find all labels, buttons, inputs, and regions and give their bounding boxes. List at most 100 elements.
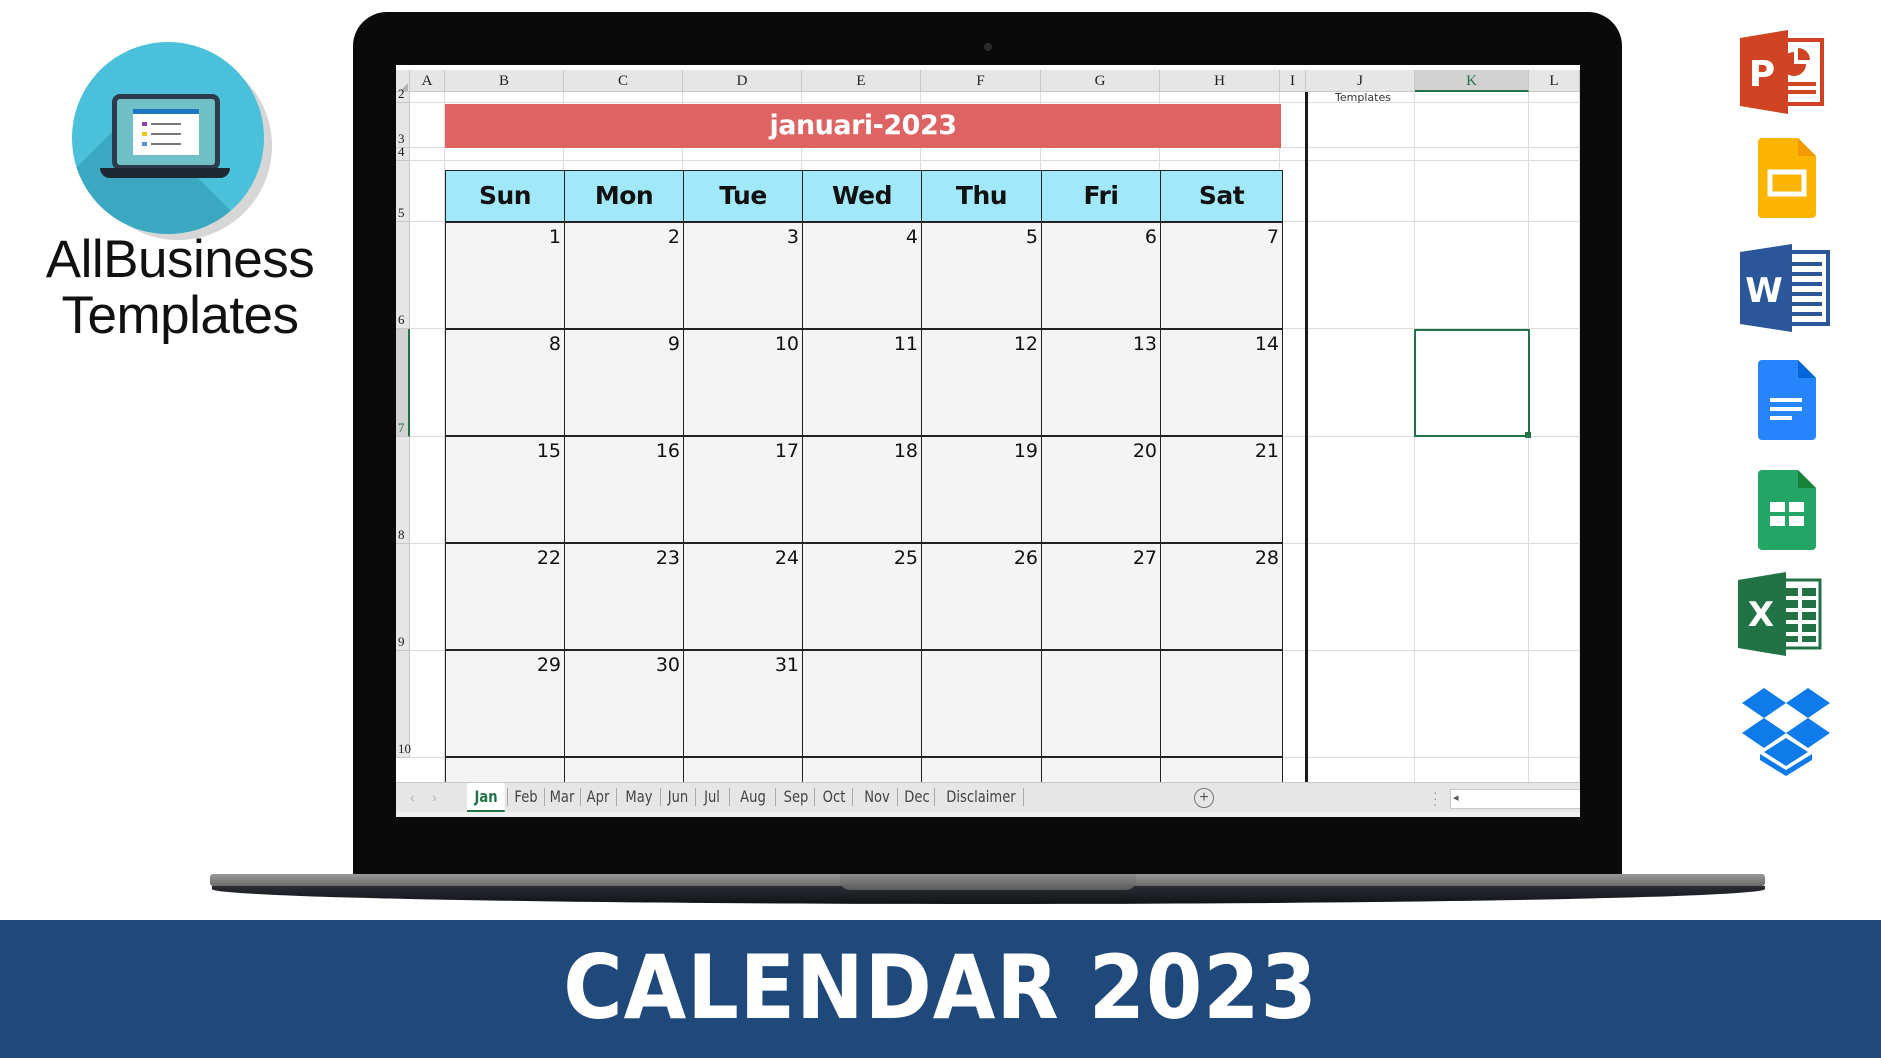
day-cell[interactable] xyxy=(921,650,1042,757)
day-cell[interactable]: 24 xyxy=(683,543,803,650)
day-cell[interactable]: 15 xyxy=(445,436,565,543)
day-cell[interactable]: 8 xyxy=(445,329,565,436)
day-cell[interactable]: 11 xyxy=(802,329,922,436)
sheet-tab-disclaimer[interactable]: Disclaimer xyxy=(941,783,1021,810)
day-cell[interactable]: 29 xyxy=(445,650,565,757)
day-cell[interactable]: 3 xyxy=(683,222,803,329)
day-cell[interactable]: 4 xyxy=(802,222,922,329)
splitter-handle[interactable]: · · · xyxy=(1433,785,1438,811)
excel-icon: X xyxy=(1738,572,1822,656)
column-header-j[interactable]: J xyxy=(1306,70,1415,92)
weekday-header[interactable]: Wed xyxy=(802,170,922,222)
day-cell[interactable]: 1 xyxy=(445,222,565,329)
sheet-tab-feb[interactable]: Feb xyxy=(510,783,542,810)
prev-sheet-arrow-icon[interactable]: ‹ xyxy=(410,789,415,805)
day-cell[interactable]: 17 xyxy=(683,436,803,543)
brand-name-line2: Templates xyxy=(61,286,299,345)
row-header-6[interactable]: 6 xyxy=(396,222,410,329)
weekday-header[interactable]: Sun xyxy=(445,170,565,222)
column-header-b[interactable]: B xyxy=(445,70,564,92)
column-header-k[interactable]: K xyxy=(1415,70,1529,92)
freeze-divider xyxy=(1305,92,1308,817)
tab-separator xyxy=(934,788,935,806)
camera-icon xyxy=(984,43,992,51)
day-cell[interactable] xyxy=(1041,650,1161,757)
row-header-5[interactable]: 5 xyxy=(396,161,410,222)
weekday-header[interactable]: Thu xyxy=(921,170,1042,222)
weekday-header[interactable]: Mon xyxy=(564,170,684,222)
row-header-4[interactable]: 4 xyxy=(396,144,410,161)
row-header-3[interactable]: 3 xyxy=(396,103,410,148)
column-header-f[interactable]: F xyxy=(921,70,1041,92)
laptop-list-icon xyxy=(112,94,220,170)
day-cell[interactable]: 30 xyxy=(564,650,684,757)
row-header-7[interactable]: 7 xyxy=(396,329,410,437)
weekday-header[interactable]: Fri xyxy=(1041,170,1161,222)
selected-cell[interactable] xyxy=(1414,329,1530,437)
row-header-9[interactable]: 9 xyxy=(396,544,410,651)
day-cell[interactable]: 26 xyxy=(921,543,1042,650)
laptop-notch xyxy=(840,874,1136,890)
day-cell[interactable]: 5 xyxy=(921,222,1042,329)
day-cell[interactable]: 6 xyxy=(1041,222,1161,329)
day-cell[interactable]: 12 xyxy=(921,329,1042,436)
sheet-tab-aug[interactable]: Aug xyxy=(733,783,773,810)
day-cell[interactable]: 25 xyxy=(802,543,922,650)
tab-separator xyxy=(897,788,898,806)
column-header-d[interactable]: D xyxy=(683,70,802,92)
sheet-tab-jul[interactable]: Jul xyxy=(697,783,727,810)
powerpoint-letter: P xyxy=(1749,54,1775,95)
column-header-a[interactable]: A xyxy=(410,70,445,92)
day-cell[interactable]: 23 xyxy=(564,543,684,650)
column-header-l[interactable]: L xyxy=(1529,70,1580,92)
sheet-tab-mar[interactable]: Mar xyxy=(546,783,578,810)
day-cell[interactable]: 18 xyxy=(802,436,922,543)
sheet-tab-nov[interactable]: Nov xyxy=(859,783,895,810)
day-cell[interactable] xyxy=(802,650,922,757)
column-header-g[interactable]: G xyxy=(1041,70,1160,92)
day-cell[interactable] xyxy=(1160,650,1283,757)
row-header-2[interactable]: 2 xyxy=(396,86,410,103)
row-header-10[interactable]: 10 xyxy=(396,651,411,758)
column-header-c[interactable]: C xyxy=(564,70,683,92)
title-banner: CALENDAR 2023 xyxy=(0,920,1881,1058)
column-header-e[interactable]: E xyxy=(802,70,921,92)
word-letter: W xyxy=(1745,271,1783,311)
day-cell[interactable]: 14 xyxy=(1160,329,1283,436)
sheet-tab-dec[interactable]: Dec xyxy=(902,783,932,810)
gridline-vertical xyxy=(1579,92,1580,817)
excel-letter: X xyxy=(1748,595,1774,635)
day-cell[interactable]: 20 xyxy=(1041,436,1161,543)
day-cell[interactable]: 7 xyxy=(1160,222,1283,329)
day-cell[interactable]: 9 xyxy=(564,329,684,436)
day-cell[interactable]: 2 xyxy=(564,222,684,329)
day-cell[interactable]: 10 xyxy=(683,329,803,436)
day-cell[interactable]: 28 xyxy=(1160,543,1283,650)
sheet-tab-sep[interactable]: Sep xyxy=(780,783,812,810)
sheet-tab-may[interactable]: May xyxy=(620,783,658,810)
day-cell[interactable]: 27 xyxy=(1041,543,1161,650)
weekday-header[interactable]: Tue xyxy=(683,170,803,222)
day-cell[interactable]: 16 xyxy=(564,436,684,543)
tab-separator xyxy=(775,788,776,806)
day-cell[interactable]: 19 xyxy=(921,436,1042,543)
sheet-tab-jun[interactable]: Jun xyxy=(663,783,693,810)
sheet-tab-jan[interactable]: Jan xyxy=(467,783,505,813)
next-sheet-arrow-icon[interactable]: › xyxy=(432,789,437,805)
fill-handle[interactable] xyxy=(1525,432,1531,438)
add-sheet-button[interactable]: + xyxy=(1194,788,1214,808)
row-header-8[interactable]: 8 xyxy=(396,437,410,544)
day-cell[interactable]: 22 xyxy=(445,543,565,650)
horizontal-scrollbar[interactable]: ◂ xyxy=(1450,789,1580,809)
brand-name: AllBusiness Templates xyxy=(20,232,340,344)
column-header-i[interactable]: I xyxy=(1280,70,1306,92)
spreadsheet-window: ABCDEFGHIJKL 2 3 4 5 6 7 8 9 10 januari-2023 Sun… xyxy=(396,65,1580,817)
day-cell[interactable]: 13 xyxy=(1041,329,1161,436)
column-header-h[interactable]: H xyxy=(1160,70,1280,92)
scroll-left-icon[interactable]: ◂ xyxy=(1453,791,1459,804)
day-cell[interactable]: 31 xyxy=(683,650,803,757)
weekday-header[interactable]: Sat xyxy=(1160,170,1283,222)
sheet-tab-oct[interactable]: Oct xyxy=(818,783,850,810)
day-cell[interactable]: 21 xyxy=(1160,436,1283,543)
sheet-tab-apr[interactable]: Apr xyxy=(582,783,614,810)
